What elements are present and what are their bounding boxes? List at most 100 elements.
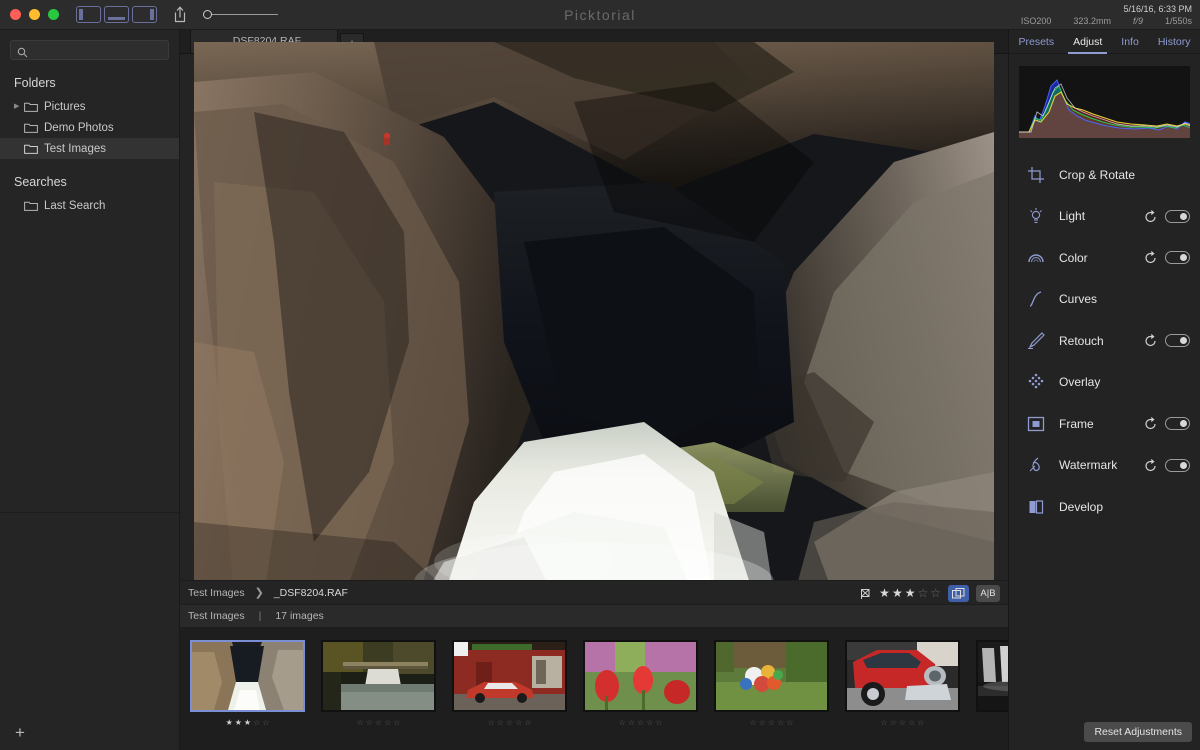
tool-light[interactable]: Light <box>1009 196 1200 238</box>
thumb-star-3[interactable]: ☆ <box>375 719 382 727</box>
tool-frame[interactable]: Frame <box>1009 403 1200 445</box>
thumb-star-1[interactable]: ☆ <box>750 719 757 727</box>
filmstrip-item-red-car-red-building[interactable]: ☆ ☆ ☆ ☆ ☆ <box>452 640 567 727</box>
thumb-star-5[interactable]: ☆ <box>917 719 924 727</box>
reset-icon[interactable] <box>1144 458 1157 472</box>
tool-toggle[interactable] <box>1165 334 1190 348</box>
thumbnail-image[interactable] <box>321 640 436 712</box>
tool-watermark[interactable]: Watermark <box>1009 445 1200 487</box>
thumb-star-1[interactable]: ☆ <box>881 719 888 727</box>
reset-adjustments-button[interactable]: Reset Adjustments <box>1084 722 1192 742</box>
minimize-button[interactable] <box>29 9 40 20</box>
reset-icon[interactable] <box>1144 251 1157 264</box>
zoom-slider[interactable] <box>203 8 278 22</box>
thumbnail-image[interactable] <box>190 640 305 712</box>
star-5[interactable]: ☆ <box>930 587 941 599</box>
thumb-star-3[interactable]: ☆ <box>637 719 644 727</box>
thumbnail-image[interactable] <box>583 640 698 712</box>
star-2[interactable]: ★ <box>892 587 903 599</box>
thumb-star-1[interactable]: ☆ <box>619 719 626 727</box>
close-button[interactable] <box>10 9 21 20</box>
thumb-star-5[interactable]: ☆ <box>655 719 662 727</box>
thumbnail-rating[interactable]: ☆ ☆ ☆ ☆ ☆ <box>321 719 436 727</box>
compare-icon[interactable] <box>948 584 969 602</box>
thumb-star-1[interactable]: ☆ <box>488 719 495 727</box>
tool-toggle[interactable] <box>1165 417 1190 431</box>
ab-compare-button[interactable]: A|B <box>976 584 1000 602</box>
sidebar-item-demo-photos[interactable]: Demo Photos <box>0 117 179 138</box>
thumbnail-rating[interactable]: ☆ ☆ ☆ ☆ ☆ <box>976 719 1008 727</box>
tool-toggle[interactable] <box>1165 209 1190 223</box>
thumbnail-image[interactable] <box>714 640 829 712</box>
thumb-star-4[interactable]: ☆ <box>384 719 391 727</box>
tool-color[interactable]: Color <box>1009 237 1200 279</box>
thumb-star-3[interactable]: ☆ <box>899 719 906 727</box>
add-folder-button[interactable]: + <box>0 716 40 750</box>
thumb-star-3[interactable]: ☆ <box>768 719 775 727</box>
tab-adjust[interactable]: Adjust <box>1068 30 1108 54</box>
filmstrip[interactable]: ★ ★ ★ ☆ ☆ ☆ ☆ ☆ ☆ ☆ ☆ ☆ ☆ ☆ ☆ ☆ ☆ ☆ ☆ ☆ … <box>180 628 1008 750</box>
thumb-star-2[interactable]: ☆ <box>366 719 373 727</box>
thumb-star-2[interactable]: ★ <box>235 719 242 727</box>
thumb-star-5[interactable]: ☆ <box>393 719 400 727</box>
tool-toggle[interactable] <box>1165 251 1190 265</box>
main-photo[interactable] <box>194 41 994 596</box>
zoom-slider-handle[interactable] <box>203 9 212 19</box>
thumbnail-image[interactable] <box>976 640 1008 712</box>
tool-toggle[interactable] <box>1165 458 1190 472</box>
thumb-star-5[interactable]: ☆ <box>786 719 793 727</box>
thumbnail-rating[interactable]: ☆ ☆ ☆ ☆ ☆ <box>845 719 960 727</box>
thumb-star-4[interactable]: ☆ <box>253 719 260 727</box>
reset-icon[interactable] <box>1144 334 1157 347</box>
thumbnail-rating[interactable]: ★ ★ ★ ☆ ☆ <box>190 719 305 727</box>
star-rating[interactable]: ★ ★ ★ ☆ ☆ <box>879 587 941 599</box>
tab-history[interactable]: History <box>1156 30 1193 54</box>
tab-presets[interactable]: Presets <box>1017 30 1057 54</box>
filmstrip-item-pink-tulips[interactable]: ☆ ☆ ☆ ☆ ☆ <box>583 640 698 727</box>
thumb-star-4[interactable]: ☆ <box>646 719 653 727</box>
filmstrip-item-bridge-over-stream[interactable]: ☆ ☆ ☆ ☆ ☆ <box>321 640 436 727</box>
sidebar-item-test-images[interactable]: Test Images <box>0 138 179 159</box>
tool-overlay[interactable]: Overlay <box>1009 362 1200 404</box>
thumbnail-rating[interactable]: ☆ ☆ ☆ ☆ ☆ <box>452 719 567 727</box>
share-icon[interactable] <box>171 5 189 24</box>
tool-retouch[interactable]: Retouch <box>1009 320 1200 362</box>
thumbnail-rating[interactable]: ☆ ☆ ☆ ☆ ☆ <box>714 719 829 727</box>
thumbnail-image[interactable] <box>452 640 567 712</box>
star-4[interactable]: ☆ <box>917 587 928 599</box>
star-3[interactable]: ★ <box>905 587 916 599</box>
image-canvas[interactable] <box>180 41 1008 596</box>
thumbnail-rating[interactable]: ☆ ☆ ☆ ☆ ☆ <box>583 719 698 727</box>
flag-reject-icon[interactable] <box>860 587 872 599</box>
thumbnail-image[interactable] <box>845 640 960 712</box>
tool-crop-rotate[interactable]: Crop & Rotate <box>1009 154 1200 196</box>
thumb-star-5[interactable]: ☆ <box>262 719 269 727</box>
filmstrip-item-balloons-on-lawn[interactable]: ☆ ☆ ☆ ☆ ☆ <box>714 640 829 727</box>
star-1[interactable]: ★ <box>879 587 890 599</box>
thumb-star-4[interactable]: ☆ <box>515 719 522 727</box>
filmstrip-item-waterfall-canyon[interactable]: ★ ★ ★ ☆ ☆ <box>190 640 305 727</box>
maximize-button[interactable] <box>48 9 59 20</box>
reset-icon[interactable] <box>1144 417 1157 430</box>
thumb-star-2[interactable]: ☆ <box>759 719 766 727</box>
reset-icon[interactable] <box>1144 209 1157 223</box>
tab-info[interactable]: Info <box>1119 30 1141 54</box>
thumb-star-1[interactable]: ★ <box>226 719 233 727</box>
thumb-star-4[interactable]: ☆ <box>908 719 915 727</box>
thumb-star-3[interactable]: ☆ <box>506 719 513 727</box>
right-panel-toggle[interactable] <box>132 6 157 23</box>
sidebar-item-last-search[interactable]: Last Search <box>0 195 179 216</box>
breadcrumb-folder[interactable]: Test Images <box>188 587 245 599</box>
sidebar-item-pictures[interactable]: ▶ Pictures <box>0 96 179 117</box>
search-input[interactable] <box>32 44 174 56</box>
thumb-star-2[interactable]: ☆ <box>628 719 635 727</box>
thumb-star-2[interactable]: ☆ <box>890 719 897 727</box>
thumb-star-3[interactable]: ★ <box>244 719 251 727</box>
filmstrip-item-bw-waterfall[interactable]: ☆ ☆ ☆ ☆ ☆ <box>976 640 1008 727</box>
filmstrip-item-classic-red-car[interactable]: ☆ ☆ ☆ ☆ ☆ <box>845 640 960 727</box>
left-panel-toggle[interactable] <box>76 6 101 23</box>
thumb-star-4[interactable]: ☆ <box>777 719 784 727</box>
disclosure-triangle-icon[interactable]: ▶ <box>14 103 24 110</box>
thumb-star-2[interactable]: ☆ <box>497 719 504 727</box>
tool-curves[interactable]: Curves <box>1009 279 1200 321</box>
